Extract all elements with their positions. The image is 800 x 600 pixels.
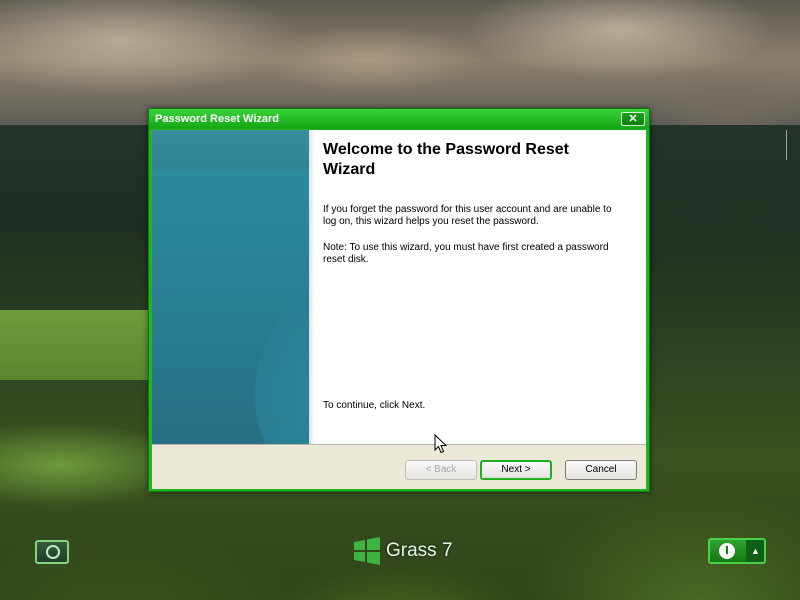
- wizard-side-banner: [152, 130, 309, 444]
- wizard-continue-text: To continue, click Next.: [323, 400, 426, 411]
- side-banner-edge: [309, 130, 315, 444]
- window-title: Password Reset Wizard: [155, 113, 279, 125]
- wizard-heading: Welcome to the Password Reset Wizard: [323, 141, 569, 178]
- start-orb-icon: [46, 545, 60, 559]
- windows-logo-icon: [354, 537, 380, 565]
- mouse-cursor-icon: [434, 434, 448, 454]
- title-bar[interactable]: Password Reset Wizard ✕: [149, 109, 649, 129]
- close-icon: ✕: [628, 113, 638, 125]
- brand-logo: Grass 7: [352, 536, 453, 566]
- wizard-content: Welcome to the Password Reset Wizard If …: [152, 130, 646, 489]
- back-button[interactable]: < Back: [405, 460, 477, 480]
- power-tower: [786, 130, 800, 160]
- side-banner-top: [152, 130, 309, 170]
- password-reset-wizard-window: Password Reset Wizard ✕ Welcome to the P…: [148, 108, 650, 492]
- power-button-group: ▲: [708, 538, 766, 564]
- meadow: [0, 310, 150, 380]
- close-button[interactable]: ✕: [621, 112, 645, 126]
- next-button[interactable]: Next >: [480, 460, 552, 480]
- wizard-note-text: Note: To use this wizard, you must have …: [323, 242, 609, 265]
- power-icon: [719, 543, 735, 559]
- wizard-button-bar: < Back Next > Cancel: [152, 444, 646, 489]
- wizard-intro-text: If you forget the password for this user…: [323, 204, 612, 227]
- start-button[interactable]: [35, 540, 69, 564]
- chevron-up-icon: ▲: [751, 546, 760, 556]
- power-button[interactable]: [710, 540, 746, 562]
- cancel-button[interactable]: Cancel: [565, 460, 637, 480]
- power-options-button[interactable]: ▲: [747, 540, 764, 562]
- brand-name: Grass 7: [386, 540, 453, 561]
